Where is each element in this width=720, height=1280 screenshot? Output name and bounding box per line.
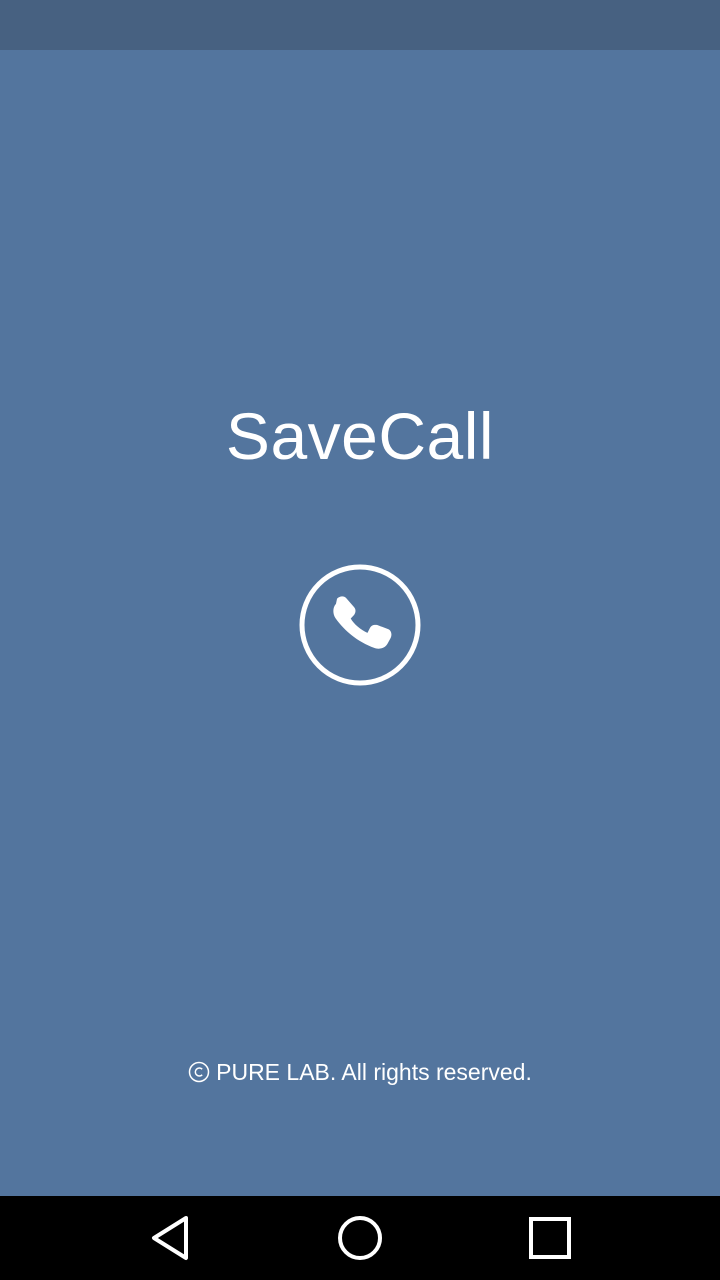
copyright-text: PURE LAB. All rights reserved. <box>216 1059 532 1085</box>
status-bar <box>0 0 720 50</box>
splash-screen: SaveCall PURE LAB. All rights reserved. <box>0 0 720 1280</box>
recents-square-icon <box>529 1217 571 1259</box>
back-triangle-icon <box>152 1216 188 1260</box>
splash-content: SaveCall PURE LAB. All rights reserved. <box>0 50 720 1196</box>
back-button[interactable] <box>110 1196 230 1280</box>
copyright-notice: PURE LAB. All rights reserved. <box>0 1056 720 1088</box>
home-button[interactable] <box>300 1196 420 1280</box>
home-circle-icon <box>338 1216 382 1260</box>
app-title: SaveCall <box>225 399 495 473</box>
navigation-bar <box>0 1196 720 1280</box>
recents-button[interactable] <box>490 1196 610 1280</box>
copyright-icon <box>188 1061 210 1083</box>
phone-in-circle-icon <box>299 564 421 686</box>
